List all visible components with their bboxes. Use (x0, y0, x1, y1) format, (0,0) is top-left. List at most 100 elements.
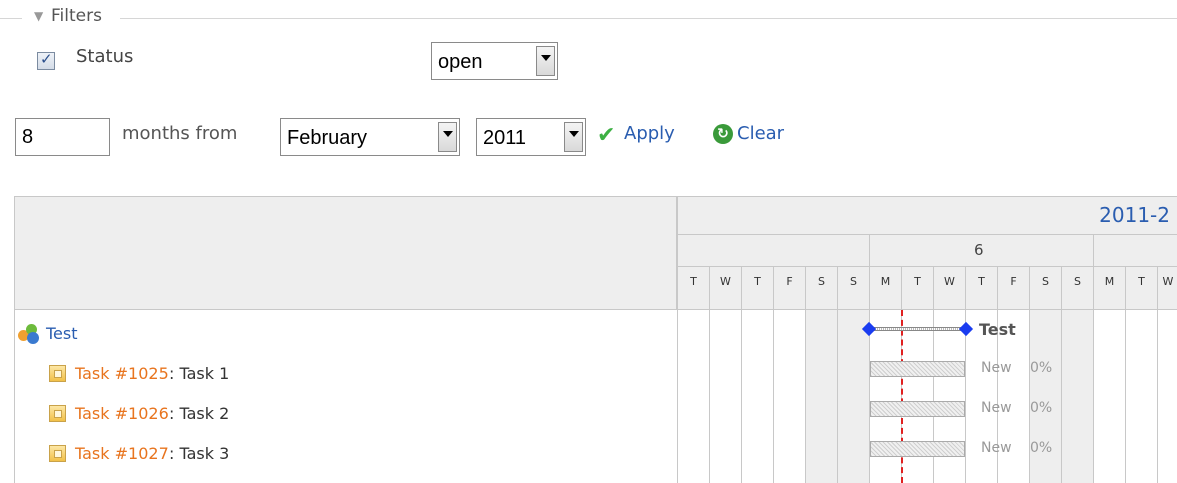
task-subject: : Task 3 (169, 444, 230, 463)
month-select-value: February (287, 127, 368, 149)
week-header (1093, 234, 1177, 266)
day-column (933, 310, 965, 483)
checkmark-icon: ✓ (40, 50, 53, 68)
dropdown-arrow-icon[interactable] (564, 122, 583, 152)
day-header-label: M (1104, 275, 1115, 288)
gantt-chart: Test Task #1025 : Task 1 Task #1026 : Ta… (14, 196, 1177, 483)
day-header-cell: T (901, 266, 933, 310)
day-column (1125, 310, 1157, 483)
month-select[interactable]: February (280, 118, 460, 156)
day-header-label: W (1162, 275, 1174, 288)
status-operator-value: open (438, 51, 483, 73)
gantt-timeline: 2011-2 6 T W T F S S M T W T F S S M T W Test New 0% Ne… (677, 196, 1177, 483)
day-header-cell: T (965, 266, 997, 310)
project-bar (873, 327, 965, 331)
task-subject: : Task 1 (169, 364, 230, 383)
task-link[interactable]: Task #1025 (75, 364, 169, 383)
day-column (773, 310, 805, 483)
day-header-cell: W (933, 266, 965, 310)
task-subject: : Task 2 (169, 404, 230, 423)
day-header-label: W (720, 275, 731, 288)
task-link[interactable]: Task #1027 (75, 444, 169, 463)
clear-reload-icon[interactable]: ↻ (713, 124, 733, 144)
filters-legend-label[interactable]: Filters (51, 6, 102, 26)
day-header-cell: F (997, 266, 1029, 310)
day-header-label: W (944, 275, 955, 288)
week-header-label: 6 (974, 241, 984, 259)
project-bar-label: Test (979, 320, 1016, 339)
day-header-label: T (690, 275, 697, 288)
day-header-label: S (1074, 275, 1081, 288)
week-header (677, 234, 869, 266)
day-header-cell: S (837, 266, 869, 310)
day-header-cell: W (1157, 266, 1177, 310)
day-header-cell: T (741, 266, 773, 310)
day-column (741, 310, 773, 483)
day-header-cell: M (1093, 266, 1125, 310)
fieldset-border (0, 18, 22, 19)
day-column (677, 310, 709, 483)
day-header-label: T (978, 275, 985, 288)
dropdown-arrow-icon[interactable] (438, 122, 457, 152)
fieldset-border (120, 18, 1177, 19)
day-header-cell: S (1061, 266, 1093, 310)
task-bar (870, 401, 965, 417)
project-link[interactable]: Test (46, 324, 78, 343)
task-progress-label: 0% (1030, 360, 1053, 376)
months-input[interactable]: 8 (15, 118, 110, 156)
month-header: 2011-2 (677, 196, 1177, 234)
apply-check-icon[interactable]: ✔ (597, 123, 615, 148)
weekend-column (805, 310, 837, 483)
task-icon (49, 445, 66, 462)
weekend-column (1029, 310, 1061, 483)
months-input-value: 8 (22, 126, 34, 148)
day-header-cell: T (677, 266, 709, 310)
task-bar (870, 441, 965, 457)
day-header-cell: M (869, 266, 901, 310)
task-icon (49, 365, 66, 382)
project-icon (18, 324, 40, 344)
day-header-label: F (786, 275, 793, 288)
apply-link[interactable]: Apply (624, 123, 675, 144)
day-header-label: S (1042, 275, 1049, 288)
filters-legend[interactable]: ▼ Filters (0, 6, 1177, 30)
status-operator-select[interactable]: open (431, 42, 558, 80)
collapse-arrow-icon[interactable]: ▼ (34, 9, 43, 23)
status-checkbox[interactable]: ✓ (37, 50, 55, 70)
clear-link[interactable]: Clear (737, 123, 784, 144)
day-column (709, 310, 741, 483)
task-status-label: New (981, 360, 1012, 376)
year-select-value: 2011 (483, 127, 527, 149)
weekend-column (837, 310, 869, 483)
task-progress-label: 0% (1030, 440, 1053, 456)
day-header-label: T (754, 275, 761, 288)
status-filter-label: Status (76, 46, 134, 67)
today-marker (901, 310, 903, 483)
task-icon (49, 405, 66, 422)
day-header-label: S (850, 275, 857, 288)
day-header-cell: S (805, 266, 837, 310)
task-row: Task #1027 : Task 3 (15, 434, 677, 474)
day-header-label: T (1138, 275, 1145, 288)
day-header-label: F (1010, 275, 1017, 288)
months-from-label: months from (122, 123, 238, 144)
task-row: Task #1025 : Task 1 (15, 354, 677, 394)
month-header-label: 2011-2 (1099, 203, 1170, 227)
weekend-column (1061, 310, 1093, 483)
day-header-cell: S (1029, 266, 1061, 310)
day-header-label: S (818, 275, 825, 288)
period-row: 8 months from February 2011 ✔ Apply ↻ Cl… (0, 114, 900, 158)
task-bar (870, 361, 965, 377)
task-progress-label: 0% (1030, 400, 1053, 416)
day-header-cell: T (1125, 266, 1157, 310)
project-row: Test (15, 314, 677, 354)
task-status-label: New (981, 440, 1012, 456)
dropdown-arrow-icon[interactable] (536, 46, 555, 76)
day-column (869, 310, 901, 483)
day-column (901, 310, 933, 483)
year-select[interactable]: 2011 (476, 118, 586, 156)
task-link[interactable]: Task #1026 (75, 404, 169, 423)
day-header-label: T (914, 275, 921, 288)
task-status-label: New (981, 400, 1012, 416)
task-row: Task #1026 : Task 2 (15, 394, 677, 434)
